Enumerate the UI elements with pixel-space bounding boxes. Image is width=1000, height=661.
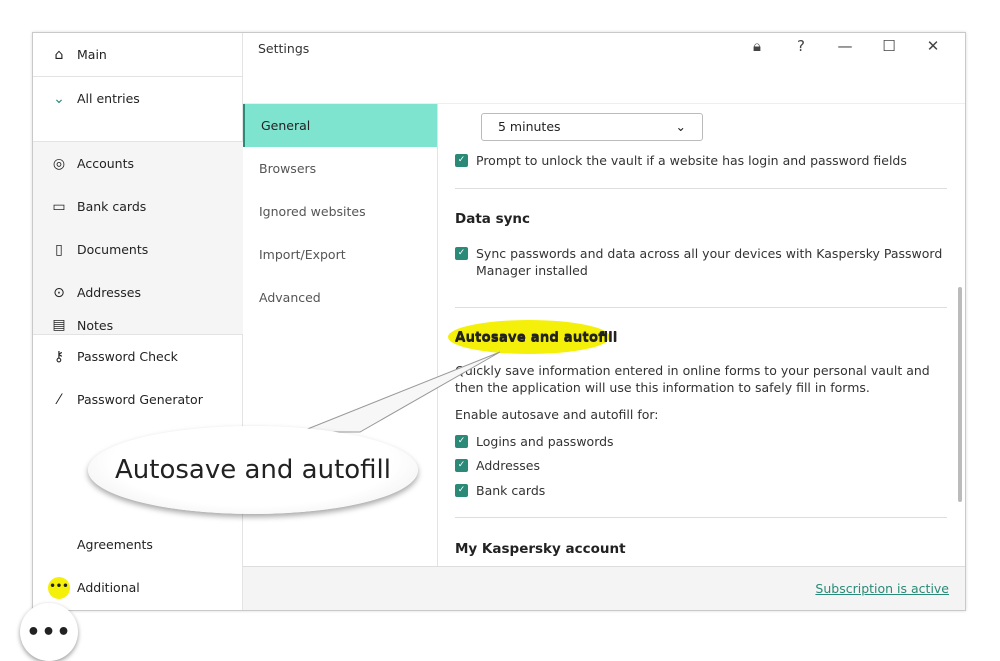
callout-bubble: Autosave and autofill <box>88 426 418 514</box>
more-button-callout: ••• <box>20 603 78 661</box>
autosave-heading: Autosave and autofill <box>455 330 618 346</box>
